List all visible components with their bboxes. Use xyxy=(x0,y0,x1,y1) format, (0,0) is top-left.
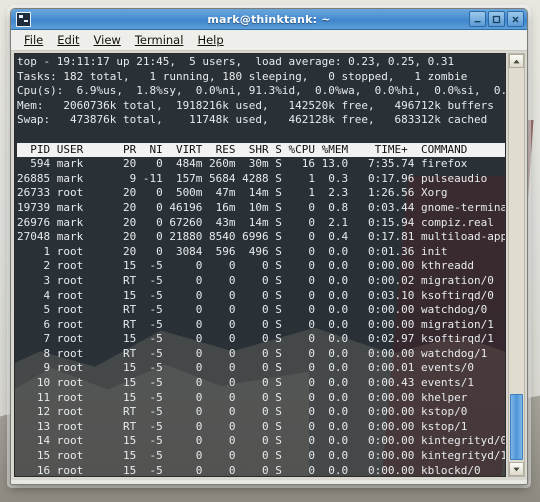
top-output: top - 19:11:17 up 21:45, 5 users, load a… xyxy=(15,54,506,477)
menu-file-label: File xyxy=(24,33,44,47)
process-row: 594 mark 20 0 484m 260m 30m S 16 13.0 7:… xyxy=(17,157,468,171)
terminal-window: mark@thinktank: ~ File Edit View Termina… xyxy=(10,8,528,485)
terminal-scrollbar[interactable] xyxy=(508,53,525,477)
terminal-screen[interactable]: top - 19:11:17 up 21:45, 5 users, load a… xyxy=(14,53,506,477)
menu-help[interactable]: Help xyxy=(190,32,230,48)
menu-help-label: Help xyxy=(197,33,224,47)
process-row: 3 root RT -5 0 0 0 S 0 0.0 0:00.02 migra… xyxy=(17,273,494,287)
process-row: 4 root 15 -5 0 0 0 S 0 0.0 0:03.10 ksoft… xyxy=(17,288,494,302)
process-row: 8 root RT -5 0 0 0 S 0 0.0 0:00.00 watch… xyxy=(17,346,488,360)
window-bottom-edge xyxy=(11,480,527,484)
window-titlebar[interactable]: mark@thinktank: ~ xyxy=(11,9,527,30)
window-controls xyxy=(469,11,524,27)
scrollbar-track[interactable] xyxy=(509,68,524,462)
process-row: 13 root RT -5 0 0 0 S 0 0.0 0:00.00 ksto… xyxy=(17,419,468,433)
top-summary-line: Mem: 2060736k total, 1918216k used, 1425… xyxy=(17,98,494,112)
process-row: 2 root 15 -5 0 0 0 S 0 0.0 0:00.00 kthre… xyxy=(17,259,474,273)
menu-view-label: View xyxy=(93,33,121,47)
process-row: 15 root 15 -5 0 0 0 S 0 0.0 0:00.00 kint… xyxy=(17,449,506,463)
process-row: 10 root 15 -5 0 0 0 S 0 0.0 0:00.43 even… xyxy=(17,376,474,390)
process-row: 9 root 15 -5 0 0 0 S 0 0.0 0:00.01 event… xyxy=(17,361,474,375)
maximize-button[interactable] xyxy=(488,11,505,27)
process-row: 7 root 15 -5 0 0 0 S 0 0.0 0:02.97 ksoft… xyxy=(17,332,494,346)
process-row: 26976 mark 20 0 67260 43m 14m S 0 2.1 0:… xyxy=(17,215,494,229)
menu-edit-label: Edit xyxy=(57,33,80,47)
scroll-up-icon[interactable] xyxy=(509,54,524,68)
top-summary-line: Tasks: 182 total, 1 running, 180 sleepin… xyxy=(17,69,468,83)
process-row: 6 root RT -5 0 0 0 S 0 0.0 0:00.00 migra… xyxy=(17,317,494,331)
minimize-button[interactable] xyxy=(469,11,486,27)
process-row: 1 root 20 0 3084 596 496 S 0 0.0 0:01.36… xyxy=(17,244,448,258)
terminal-icon xyxy=(16,11,31,27)
process-row: 5 root RT -5 0 0 0 S 0 0.0 0:00.00 watch… xyxy=(17,303,488,317)
scrollbar-thumb[interactable] xyxy=(510,394,523,460)
process-row: 14 root 15 -5 0 0 0 S 0 0.0 0:00.00 kint… xyxy=(17,434,506,448)
process-row: 27048 mark 20 0 21880 8540 6996 S 0 0.4 … xyxy=(17,230,506,244)
process-row: 19739 mark 20 0 46196 16m 10m S 0 0.8 0:… xyxy=(17,200,506,214)
process-table-header: PID USER PR NI VIRT RES SHR S %CPU %MEM … xyxy=(17,142,505,158)
top-summary-line: top - 19:11:17 up 21:45, 5 users, load a… xyxy=(17,55,455,68)
process-row: 26733 root 20 0 500m 47m 14m S 1 2.3 1:2… xyxy=(17,186,448,200)
menu-terminal[interactable]: Terminal xyxy=(128,32,191,48)
menu-view[interactable]: View xyxy=(87,32,128,48)
scroll-down-icon[interactable] xyxy=(509,462,524,476)
terminal-area: top - 19:11:17 up 21:45, 5 users, load a… xyxy=(11,51,527,480)
menu-edit[interactable]: Edit xyxy=(50,32,86,48)
menu-terminal-label: Terminal xyxy=(134,33,184,47)
top-summary-line: Cpu(s): 6.9%us, 1.8%sy, 0.0%ni, 91.3%id,… xyxy=(17,84,506,98)
process-row: 16 root 15 -5 0 0 0 S 0 0.0 0:00.00 kblo… xyxy=(17,463,481,477)
close-button[interactable] xyxy=(507,11,524,27)
process-row: 26885 mark 9 -11 157m 5684 4288 S 1 0.3 … xyxy=(17,171,488,185)
menu-bar: File Edit View Terminal Help xyxy=(11,30,527,51)
process-row: 12 root RT -5 0 0 0 S 0 0.0 0:00.00 ksto… xyxy=(17,405,468,419)
top-summary-line: Swap: 473876k total, 11748k used, 462128… xyxy=(17,113,488,127)
menu-file[interactable]: File xyxy=(17,32,50,48)
process-row: 11 root 15 -5 0 0 0 S 0 0.0 0:00.00 khel… xyxy=(17,390,468,404)
desktop-background: mark@thinktank: ~ File Edit View Termina… xyxy=(0,0,540,502)
window-title: mark@thinktank: ~ xyxy=(207,12,331,26)
